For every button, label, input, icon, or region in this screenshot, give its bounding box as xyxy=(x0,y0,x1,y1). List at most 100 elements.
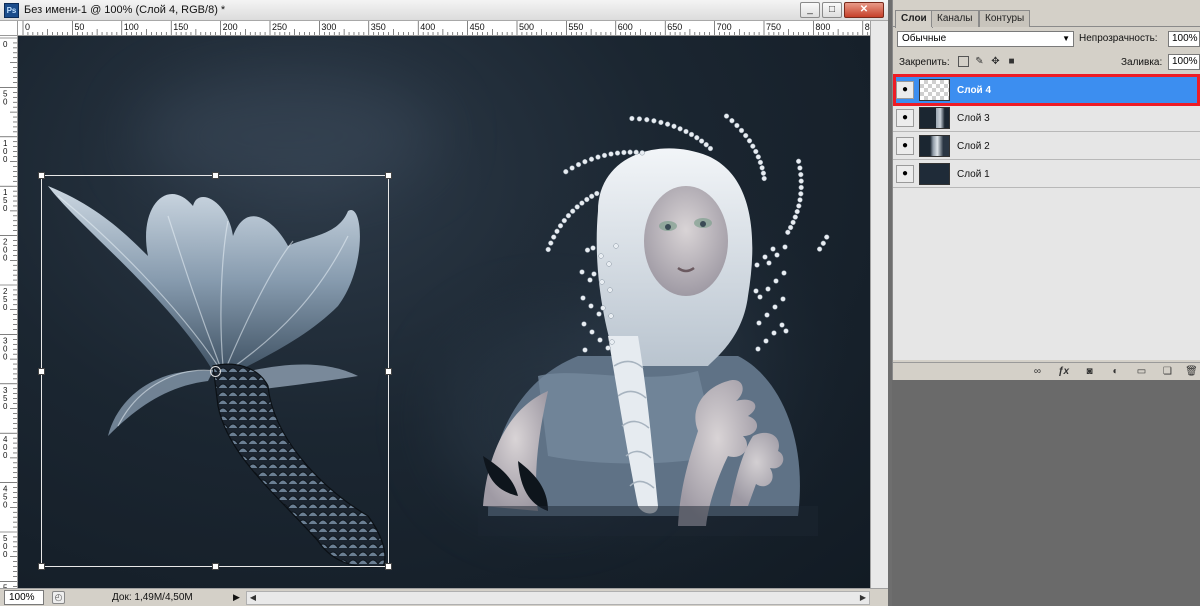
maximize-button[interactable]: □ xyxy=(822,2,842,18)
crown-flower xyxy=(557,223,564,229)
zoom-field[interactable]: 100% xyxy=(4,590,44,605)
crown-flower xyxy=(579,269,585,275)
crown-flower xyxy=(581,321,587,327)
mask-icon[interactable]: ◙ xyxy=(1083,366,1096,378)
crown-flower xyxy=(753,148,759,155)
blend-mode-select[interactable]: Обычные ▼ xyxy=(897,31,1074,47)
lock-transparency-icon[interactable] xyxy=(958,56,969,67)
crown-flower xyxy=(796,203,802,209)
close-button[interactable]: ✕ xyxy=(844,2,884,18)
crown-flower xyxy=(754,262,760,268)
eye-icon[interactable]: ● xyxy=(896,137,914,155)
layer-row[interactable]: ● Слой 3 xyxy=(893,105,1200,132)
crown-flower xyxy=(734,122,740,129)
ruler-tick-label: 0 xyxy=(3,97,8,106)
ruler-tick-label: 200 xyxy=(223,22,238,32)
crown-flower xyxy=(783,328,789,334)
crown-flower xyxy=(798,178,804,184)
crown-flower xyxy=(774,252,780,258)
fx-icon[interactable]: ƒx xyxy=(1057,366,1070,378)
crown-flower xyxy=(590,245,596,251)
crown-flower xyxy=(794,208,800,215)
crown-flower xyxy=(597,337,603,343)
vertical-scrollbar[interactable] xyxy=(870,21,888,588)
crown-flower xyxy=(757,159,764,166)
document-titlebar[interactable]: Ps Без имени-1 @ 100% (Слой 4, RGB/8) * … xyxy=(0,0,888,21)
tab-channels[interactable]: Каналы xyxy=(931,10,979,27)
group-icon[interactable]: ▭ xyxy=(1135,366,1148,378)
tab-layers[interactable]: Слои xyxy=(895,10,933,28)
crown-flower xyxy=(545,246,551,253)
ruler-tick-label: 800 xyxy=(815,22,830,32)
layers-panel: Слои Каналы Контуры Обычные ▼ Непрозрачн… xyxy=(892,0,1200,380)
crown-flower xyxy=(621,149,627,156)
ruler-tick-label: 500 xyxy=(519,22,534,32)
crown-flower xyxy=(750,143,756,149)
transform-handle-top-left[interactable] xyxy=(38,172,45,179)
crown-flower xyxy=(561,217,567,224)
crown-flower xyxy=(601,152,608,159)
fill-field[interactable]: 100% xyxy=(1168,54,1200,70)
minimize-button[interactable]: _ xyxy=(800,2,820,18)
crown-flower xyxy=(595,154,601,160)
ruler-tick-label: 250 xyxy=(272,22,287,32)
status-menu-arrow-icon[interactable]: ▶ xyxy=(233,592,240,603)
transform-handle-left[interactable] xyxy=(38,368,45,375)
ruler-tick-label: 100 xyxy=(124,22,139,32)
layer-row[interactable]: ● Слой 1 xyxy=(893,161,1200,188)
lock-all-icon[interactable]: ■ xyxy=(1006,56,1017,67)
layer-highlight-annotation xyxy=(893,74,1200,106)
lock-position-move-icon[interactable]: ✥ xyxy=(990,56,1001,67)
horizontal-scrollbar[interactable]: ◀ ▶ xyxy=(246,591,870,605)
transform-handle-bottom[interactable] xyxy=(212,563,219,570)
crown-flower xyxy=(584,196,590,203)
lock-pixels-brush-icon[interactable]: ✎ xyxy=(974,56,985,67)
crown-flower xyxy=(589,193,595,199)
crown-flower xyxy=(587,277,593,283)
fill-label: Заливка: xyxy=(1121,57,1163,68)
new-layer-icon[interactable]: ❏ xyxy=(1161,366,1174,378)
eye-icon[interactable]: ● xyxy=(896,165,914,183)
status-info-icon[interactable]: ◴ xyxy=(52,591,65,604)
crown-flower xyxy=(765,286,771,292)
document-window: Ps Без имени-1 @ 100% (Слой 4, RGB/8) * … xyxy=(0,0,888,606)
transform-bounding-box[interactable] xyxy=(38,172,392,570)
tab-paths[interactable]: Контуры xyxy=(979,10,1031,27)
vertical-ruler[interactable]: 050100150200250300350400450500550 xyxy=(0,36,18,588)
transform-handle-top-right[interactable] xyxy=(385,172,392,179)
ruler-tick-label: 350 xyxy=(371,22,386,32)
crown-flower xyxy=(589,329,595,335)
document-canvas[interactable] xyxy=(18,36,870,588)
crown-flower xyxy=(605,345,611,351)
trash-icon[interactable]: 🗑 xyxy=(1185,366,1198,378)
ruler-tick-label: 600 xyxy=(618,22,633,32)
crown-flower xyxy=(761,175,767,182)
eye-icon[interactable]: ● xyxy=(896,109,914,127)
blend-mode-value: Обычные xyxy=(902,33,947,44)
crown-flower xyxy=(746,138,753,144)
layer-row[interactable]: ● Слой 2 xyxy=(893,133,1200,160)
ruler-tick-label: 0 xyxy=(3,303,8,312)
scroll-left-arrow-icon[interactable]: ◀ xyxy=(247,592,259,604)
crown-flower xyxy=(594,190,600,197)
transform-handle-top[interactable] xyxy=(212,172,219,179)
workspace-background xyxy=(892,380,1200,606)
scroll-right-arrow-icon[interactable]: ▶ xyxy=(857,592,869,604)
crown-flower xyxy=(683,128,689,135)
opacity-field[interactable]: 100% xyxy=(1168,31,1200,47)
link-icon[interactable]: ∞ xyxy=(1031,366,1044,378)
panel-tabs: Слои Каналы Контуры xyxy=(893,10,1200,28)
crown-flower xyxy=(798,171,804,178)
transform-handle-bottom-right[interactable] xyxy=(385,563,392,570)
horizontal-ruler[interactable]: 0 50 100 150 200 250 300 350 400 450 500 550 600 650 7… xyxy=(18,21,870,36)
crown-flower xyxy=(755,154,761,160)
transform-handle-right[interactable] xyxy=(385,368,392,375)
transform-pivot-point[interactable] xyxy=(210,366,221,377)
window-controls: _ □ ✕ xyxy=(800,2,884,18)
ruler-tick-label: 0 xyxy=(3,254,8,263)
adjustment-icon[interactable]: ◐ xyxy=(1109,366,1122,378)
transform-handle-bottom-left[interactable] xyxy=(38,563,45,570)
crown-flower xyxy=(820,240,826,246)
crown-flower xyxy=(779,322,785,328)
ruler-origin[interactable] xyxy=(0,21,18,36)
